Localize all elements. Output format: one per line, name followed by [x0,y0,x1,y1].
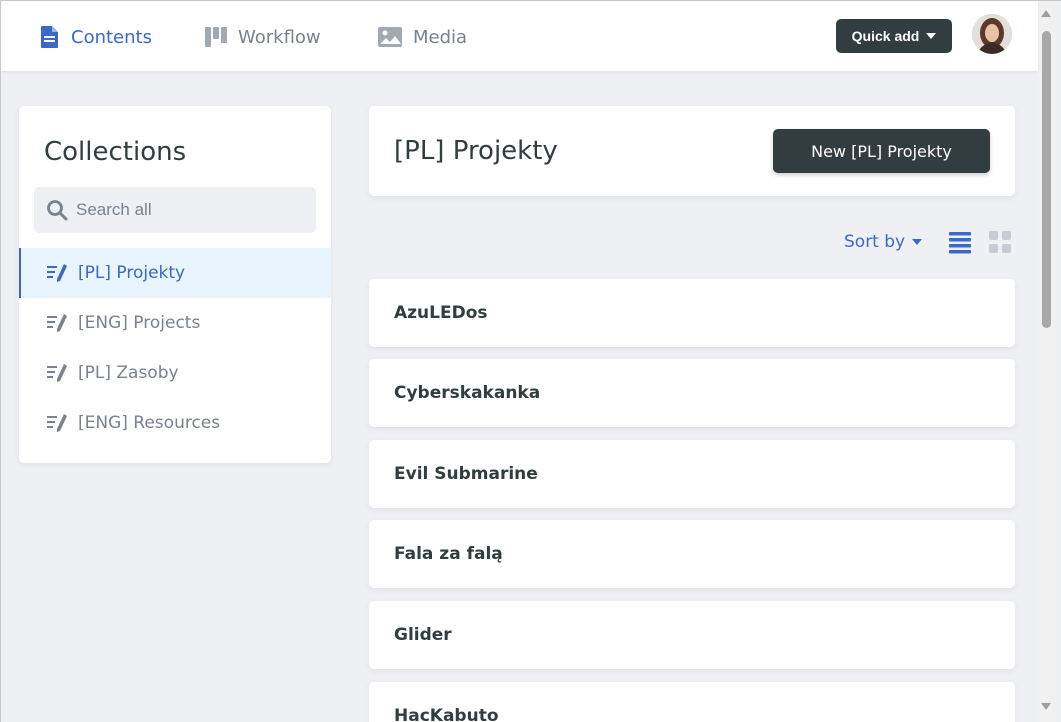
scroll-up-arrow-icon[interactable] [1041,10,1051,17]
write-icon [47,414,67,432]
entry-card[interactable]: Evil Submarine [369,440,1015,508]
entry-card[interactable]: HacKabuto [369,682,1015,722]
sidebar-item-pl-projekty[interactable]: [PL] Projekty [19,248,331,298]
app-page: Contents Workflow Media Quick add Collec… [0,0,1061,722]
grid-view-button[interactable] [988,230,1012,258]
list-view-icon [949,232,971,254]
user-avatar-icon [972,14,1012,54]
quick-add-label: Quick add [851,28,920,44]
sidebar-item-eng-projects[interactable]: [ENG] Projects [19,298,331,348]
collections-sidebar: Collections [PL] Projekty [19,106,331,463]
top-header: Contents Workflow Media Quick add [1,1,1038,71]
grid-view-icon [989,231,1011,253]
sidebar-item-label: [ENG] Projects [78,313,201,333]
scroll-down-arrow-icon[interactable] [1041,703,1051,710]
image-icon [378,27,402,47]
write-icon [47,314,67,332]
entry-card[interactable]: AzuLEDos [369,279,1015,347]
search-box[interactable] [34,187,316,233]
nav-contents[interactable]: Contents [39,23,152,51]
nav-workflow[interactable]: Workflow [204,23,321,51]
avatar[interactable] [972,14,1012,54]
search-icon [47,200,68,221]
page-title: [PL] Projekty [394,136,558,166]
nav-media[interactable]: Media [377,23,467,51]
scroll-thumb[interactable] [1042,31,1051,328]
search-input[interactable] [76,200,306,220]
workflow-icon [205,27,227,47]
write-icon [47,364,67,382]
sort-by-label: Sort by [844,232,906,252]
list-view-button[interactable] [948,230,972,258]
sidebar-item-label: [PL] Projekty [78,263,186,283]
document-icon [41,26,58,48]
nav-media-label: Media [413,26,468,48]
sidebar-item-label: [ENG] Resources [78,413,221,433]
caret-down-icon [926,33,937,39]
nav-workflow-label: Workflow [238,26,321,48]
sidebar-item-label: [PL] Zasoby [78,363,179,383]
sort-by-dropdown[interactable]: Sort by [844,231,923,253]
quick-add-button[interactable]: Quick add [836,19,952,53]
collection-header: [PL] Projekty New [PL] Projekty [369,106,1015,196]
entry-card[interactable]: Glider [369,601,1015,669]
sidebar-item-eng-resources[interactable]: [ENG] Resources [19,398,331,448]
sidebar-title: Collections [44,137,187,167]
write-icon [47,264,67,282]
entry-card[interactable]: Fala za falą [369,520,1015,588]
sidebar-item-pl-zasoby[interactable]: [PL] Zasoby [19,348,331,398]
vertical-scrollbar[interactable] [1038,1,1055,722]
caret-down-icon [912,239,923,245]
new-entry-button[interactable]: New [PL] Projekty [773,129,990,173]
nav-contents-label: Contents [71,26,152,48]
entry-card[interactable]: Cyberskakanka [369,359,1015,427]
